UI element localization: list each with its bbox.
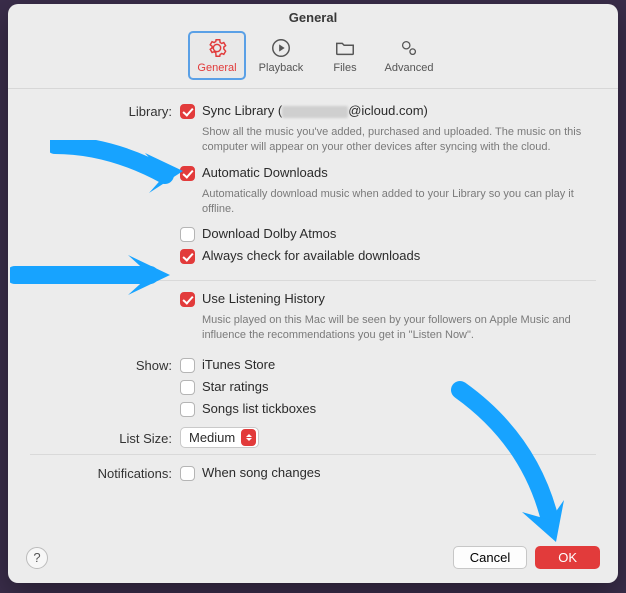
sync-prefix: Sync Library ( xyxy=(202,103,282,118)
sync-library-desc: Show all the music you've added, purchas… xyxy=(202,125,592,155)
tab-general-label: General xyxy=(197,62,236,74)
help-button[interactable]: ? xyxy=(26,547,48,569)
song-changes-checkbox[interactable] xyxy=(180,466,195,481)
automatic-downloads-checkbox[interactable] xyxy=(180,166,195,181)
always-check-checkbox[interactable] xyxy=(180,249,195,264)
song-changes-text: When song changes xyxy=(202,465,321,480)
cancel-button[interactable]: Cancel xyxy=(453,546,527,569)
footer: ? Cancel OK xyxy=(8,536,618,583)
redacted-email xyxy=(282,106,348,118)
divider-2 xyxy=(30,454,596,455)
list-size-select[interactable]: Medium xyxy=(180,427,259,448)
itunes-store-text: iTunes Store xyxy=(202,357,275,372)
tab-general[interactable]: General xyxy=(188,31,246,80)
content-area: Library: Sync Library ( @icloud.com) Show… xyxy=(8,89,618,536)
dolby-atmos-checkbox[interactable] xyxy=(180,227,195,242)
listening-history-text: Use Listening History xyxy=(202,291,325,306)
dolby-atmos-text: Download Dolby Atmos xyxy=(202,226,336,241)
listening-history-checkbox[interactable] xyxy=(180,292,195,307)
sync-suffix: @icloud.com) xyxy=(348,103,428,118)
toolbar: General Playback Files Advanced xyxy=(8,25,618,89)
sync-library-text: Sync Library ( @icloud.com) xyxy=(202,103,428,118)
itunes-store-checkbox[interactable] xyxy=(180,358,195,373)
list-size-value: Medium xyxy=(189,430,235,445)
tab-files[interactable]: Files xyxy=(316,31,374,80)
ok-button[interactable]: OK xyxy=(535,546,600,569)
always-check-text: Always check for available downloads xyxy=(202,248,420,263)
tab-files-label: Files xyxy=(333,62,356,74)
gear-icon xyxy=(206,37,228,59)
divider xyxy=(30,280,596,281)
notifications-label: Notifications: xyxy=(30,465,180,481)
preferences-window: General General Playback Files Advanced … xyxy=(8,4,618,583)
list-size-label: List Size: xyxy=(30,430,180,446)
star-ratings-checkbox[interactable] xyxy=(180,380,195,395)
automatic-downloads-desc: Automatically download music when added … xyxy=(202,187,592,217)
listening-history-desc: Music played on this Mac will be seen by… xyxy=(202,313,592,343)
tickboxes-text: Songs list tickboxes xyxy=(202,401,316,416)
show-label: Show: xyxy=(30,357,180,373)
tab-playback[interactable]: Playback xyxy=(252,31,310,80)
stepper-icon xyxy=(241,429,256,446)
tab-playback-label: Playback xyxy=(259,62,304,74)
automatic-downloads-text: Automatic Downloads xyxy=(202,165,328,180)
folder-icon xyxy=(334,37,356,59)
play-icon xyxy=(270,37,292,59)
window-title: General xyxy=(8,4,618,25)
gears-icon xyxy=(398,37,420,59)
star-ratings-text: Star ratings xyxy=(202,379,268,394)
tab-advanced[interactable]: Advanced xyxy=(380,31,438,80)
library-label: Library: xyxy=(30,103,180,119)
tab-advanced-label: Advanced xyxy=(385,62,434,74)
sync-library-checkbox[interactable] xyxy=(180,104,195,119)
tickboxes-checkbox[interactable] xyxy=(180,402,195,417)
